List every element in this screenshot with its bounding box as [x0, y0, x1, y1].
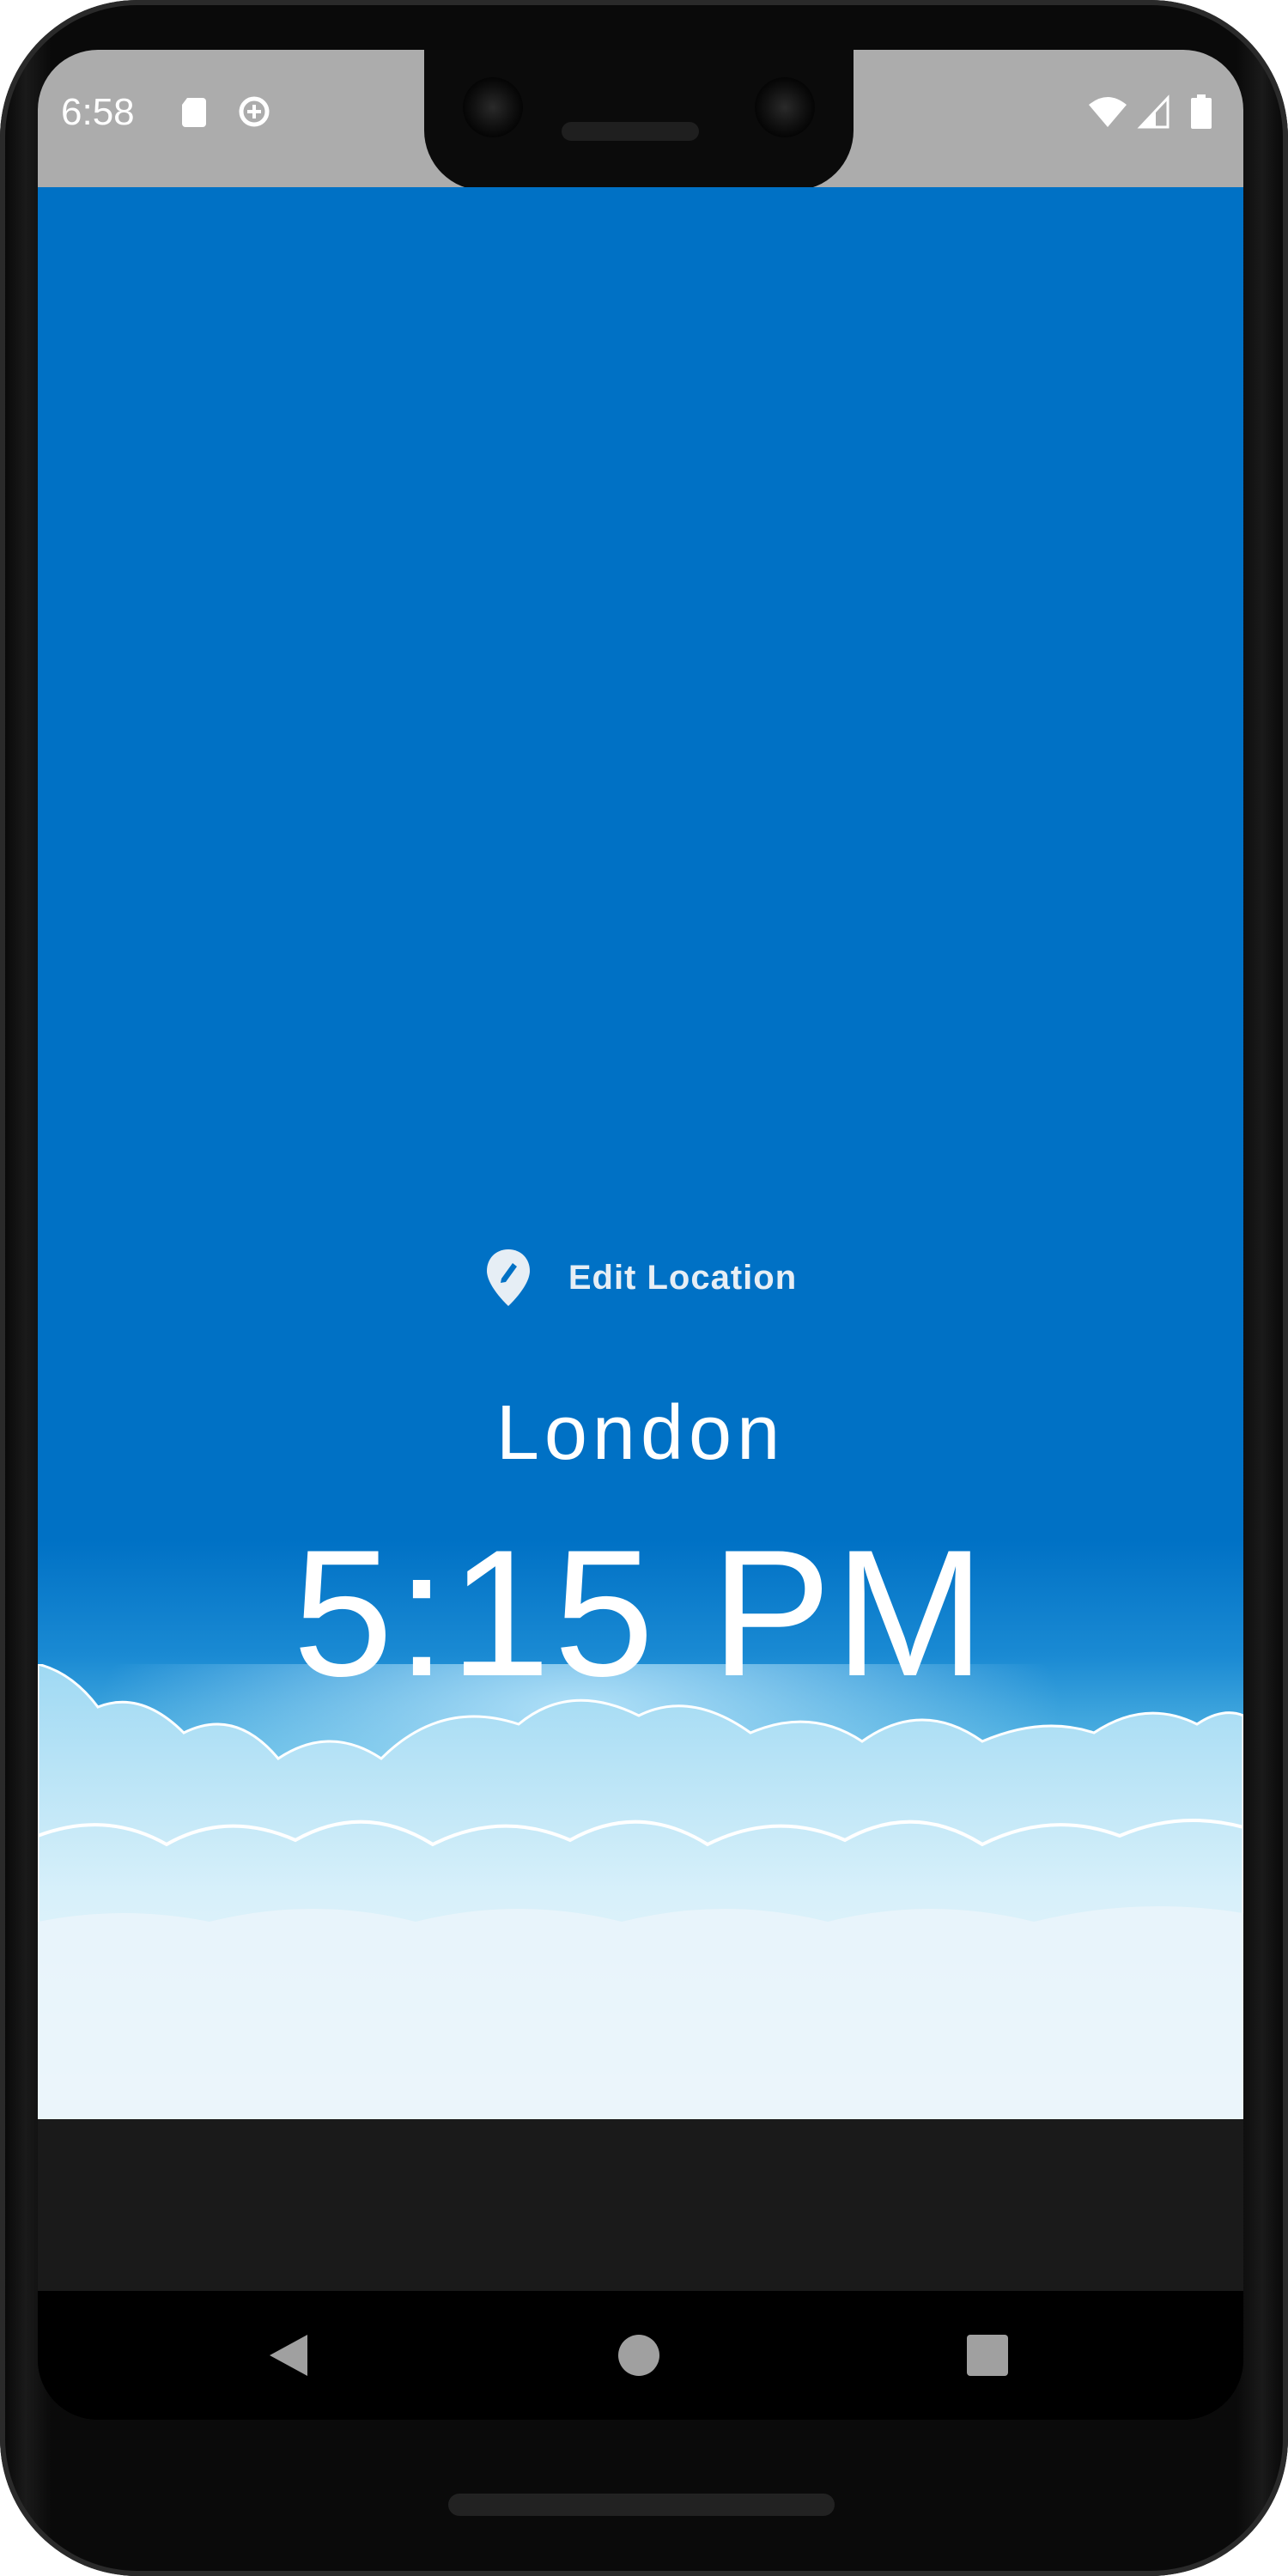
front-camera-left [463, 77, 523, 137]
edit-location-label: Edit Location [568, 1258, 798, 1297]
clouds-illustration [38, 1664, 1243, 2119]
device-frame: 6:58 Edit Location London 5:15 PM [0, 0, 1288, 2576]
app-background: Edit Location London 5:15 PM [38, 187, 1243, 2119]
battery-icon [1191, 94, 1212, 129]
home-button[interactable] [613, 2330, 665, 2381]
back-icon [270, 2335, 307, 2376]
navigation-bar [38, 2291, 1243, 2420]
earpiece-speaker [562, 122, 699, 141]
back-button[interactable] [263, 2330, 314, 2381]
chin-speaker-grille [448, 2494, 835, 2516]
sd-card-icon [182, 98, 206, 127]
recents-icon [967, 2335, 1008, 2376]
edit-location-button[interactable]: Edit Location [38, 1243, 1243, 1312]
front-camera-right [755, 77, 815, 137]
screen: 6:58 Edit Location London 5:15 PM [38, 50, 1243, 2420]
local-time: 5:15 PM [292, 1512, 989, 1714]
status-time: 6:58 [61, 91, 135, 133]
edit-location-icon [486, 1249, 530, 1306]
recents-button[interactable] [962, 2330, 1013, 2381]
wifi-icon [1089, 97, 1127, 127]
bottom-band [38, 2119, 1243, 2291]
city-name: London [495, 1390, 786, 1476]
home-icon [618, 2335, 659, 2376]
data-saver-icon [239, 96, 270, 127]
camera-notch [424, 50, 854, 191]
signal-icon [1137, 94, 1170, 129]
